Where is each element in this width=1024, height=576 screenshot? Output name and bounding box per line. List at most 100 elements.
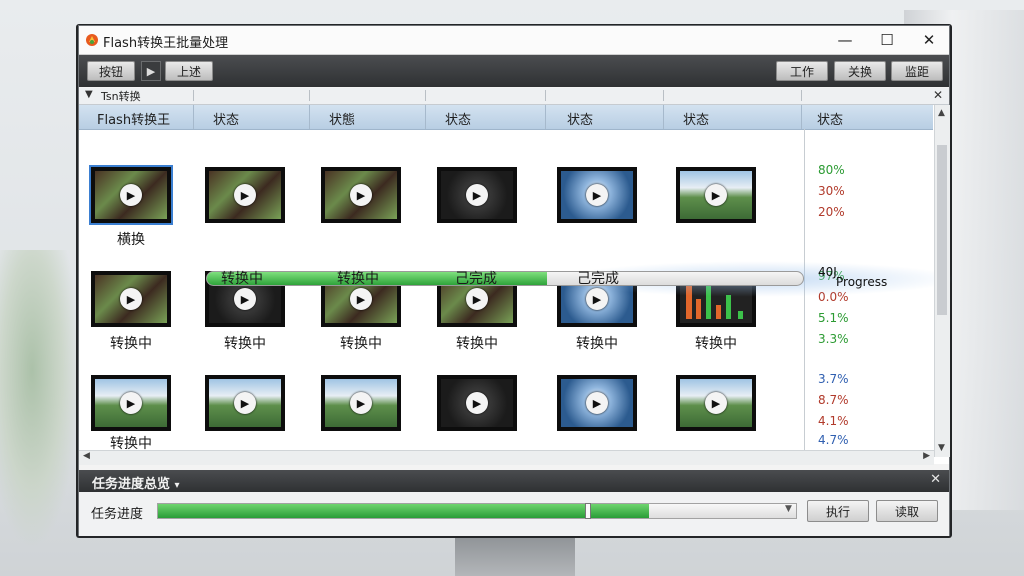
row-progress-bar: [206, 271, 804, 286]
filter-cell[interactable]: [663, 90, 764, 101]
toolbar-button-2[interactable]: 上述: [165, 61, 213, 81]
thumbnail-image: ▶: [95, 275, 167, 323]
filter-cell[interactable]: [545, 90, 646, 101]
progress-label: 转换中: [221, 271, 263, 287]
play-icon[interactable]: ▶: [350, 288, 372, 310]
thumbnail-image: ▶: [325, 171, 397, 219]
read-button[interactable]: 读取: [876, 500, 938, 522]
thumbnail-image: ▶: [209, 171, 281, 219]
close-icon[interactable]: ✕: [933, 88, 943, 102]
thumbnail-image: ▶: [209, 379, 281, 427]
column-divider[interactable]: [545, 105, 546, 129]
scroll-up-icon[interactable]: ▲: [938, 108, 945, 118]
column-header[interactable]: 状态: [817, 109, 843, 128]
play-icon[interactable]: ▶: [350, 392, 372, 414]
play-icon[interactable]: ▶: [350, 184, 372, 206]
item-status-caption: 转换中: [695, 336, 737, 352]
play-icon[interactable]: ▶: [705, 184, 727, 206]
column-header[interactable]: 状态: [683, 109, 709, 128]
video-thumbnail[interactable]: ▶: [205, 167, 285, 223]
play-icon[interactable]: ▶: [120, 288, 142, 310]
video-thumbnail[interactable]: ▶: [437, 375, 517, 431]
filter-cell[interactable]: [425, 90, 526, 101]
thumbnail-image: ▶: [95, 379, 167, 427]
progress-label: 己完成: [577, 271, 619, 287]
video-thumbnail[interactable]: ▶: [91, 271, 171, 327]
chevron-down-icon[interactable]: ▼: [85, 89, 93, 100]
column-header[interactable]: 状态: [445, 109, 471, 128]
play-icon[interactable]: ▶: [586, 184, 608, 206]
thumbnail-image: ▶: [680, 379, 752, 427]
execute-button[interactable]: 执行: [807, 500, 869, 522]
column-divider[interactable]: [663, 105, 664, 129]
filter-cell[interactable]: [309, 90, 410, 101]
monitor-button[interactable]: 监距: [891, 61, 943, 81]
file-grid: ▼ Tsn转换 ✕ Flash转换王 状态 状態 状态 状态 状态 状态 ▶ 横…: [79, 88, 959, 465]
video-thumbnail[interactable]: ▶: [437, 167, 517, 223]
vertical-scrollbar[interactable]: ▲ ▼: [934, 105, 950, 457]
horizontal-scrollbar[interactable]: ◀ ▶: [79, 450, 934, 465]
video-thumbnail[interactable]: ▶: [557, 167, 637, 223]
item-status-caption: 转换中: [224, 336, 266, 352]
play-icon[interactable]: ▶: [466, 392, 488, 414]
toolbar-button-1[interactable]: 按钮: [87, 61, 135, 81]
column-divider[interactable]: [425, 105, 426, 129]
chevron-down-icon[interactable]: ▼: [785, 504, 792, 514]
column-header[interactable]: 状态: [567, 109, 593, 128]
task-progress-label: 任务进度: [91, 507, 144, 522]
play-icon[interactable]: ▶: [586, 392, 608, 414]
scroll-down-icon[interactable]: ▼: [938, 443, 945, 453]
play-icon[interactable]: ▶: [234, 184, 256, 206]
video-thumbnail[interactable]: ▶: [321, 375, 401, 431]
scroll-right-icon[interactable]: ▶: [923, 451, 930, 461]
title-bar: Flash转换王批量处理 — ☐ ✕: [79, 26, 949, 55]
filter-cell[interactable]: [193, 90, 294, 101]
video-thumbnail[interactable]: ▶: [676, 167, 756, 223]
play-icon[interactable]: ▶: [234, 288, 256, 310]
play-icon[interactable]: ▶: [120, 184, 142, 206]
play-icon[interactable]: ▶: [141, 61, 161, 81]
column-divider[interactable]: [309, 105, 310, 129]
scroll-left-icon[interactable]: ◀: [83, 451, 90, 461]
item-status-caption: 横换: [117, 232, 145, 248]
play-icon[interactable]: ▶: [466, 288, 488, 310]
column-header[interactable]: 状态: [213, 109, 239, 128]
column-header[interactable]: Flash转换王: [97, 109, 170, 128]
item-status-caption: 转换中: [110, 336, 152, 352]
work-button[interactable]: 工作: [776, 61, 828, 81]
column-header[interactable]: 状態: [329, 109, 355, 128]
convert-button[interactable]: 关换: [834, 61, 886, 81]
filter-cell[interactable]: [801, 90, 922, 101]
play-icon[interactable]: ▶: [234, 392, 256, 414]
video-thumbnail[interactable]: ▶: [321, 167, 401, 223]
play-icon[interactable]: ▶: [120, 392, 142, 414]
progress-value: 40J: [818, 265, 837, 279]
column-divider[interactable]: [801, 105, 802, 129]
video-thumbnail[interactable]: ▶: [91, 375, 171, 431]
column-divider[interactable]: [193, 105, 194, 129]
item-status-caption: 转换中: [340, 336, 382, 352]
progress-label: 转换中: [337, 271, 379, 287]
task-progress-bar[interactable]: [157, 503, 797, 519]
close-button[interactable]: ✕: [909, 29, 949, 51]
play-icon[interactable]: ▶: [705, 392, 727, 414]
maximize-button[interactable]: ☐: [867, 29, 907, 51]
thumbnail-image: ▶: [441, 171, 513, 219]
progress-panel: 任务进度总览 ▾ ✕ 任务进度 ▼ 执行 读取: [79, 470, 949, 536]
task-progress-handle[interactable]: [585, 503, 592, 519]
panel-close-icon[interactable]: ✕: [930, 472, 941, 487]
item-status-caption: 转换中: [456, 336, 498, 352]
scrollbar-thumb[interactable]: [937, 145, 947, 315]
video-thumbnail[interactable]: ▶: [205, 375, 285, 431]
panel-title: 任务进度总览 ▾: [92, 477, 180, 492]
thumbnail-image: ▶: [95, 171, 167, 219]
video-thumbnail[interactable]: ▶: [89, 165, 173, 225]
pin-icon: ▾: [174, 480, 180, 491]
video-thumbnail[interactable]: ▶: [676, 375, 756, 431]
status-percent: 3.7%: [818, 372, 849, 386]
thumbnail-image: ▶: [561, 171, 633, 219]
play-icon[interactable]: ▶: [466, 184, 488, 206]
minimize-button[interactable]: —: [825, 29, 865, 51]
video-thumbnail[interactable]: ▶: [557, 375, 637, 431]
status-percent: 5.1%: [818, 311, 849, 325]
